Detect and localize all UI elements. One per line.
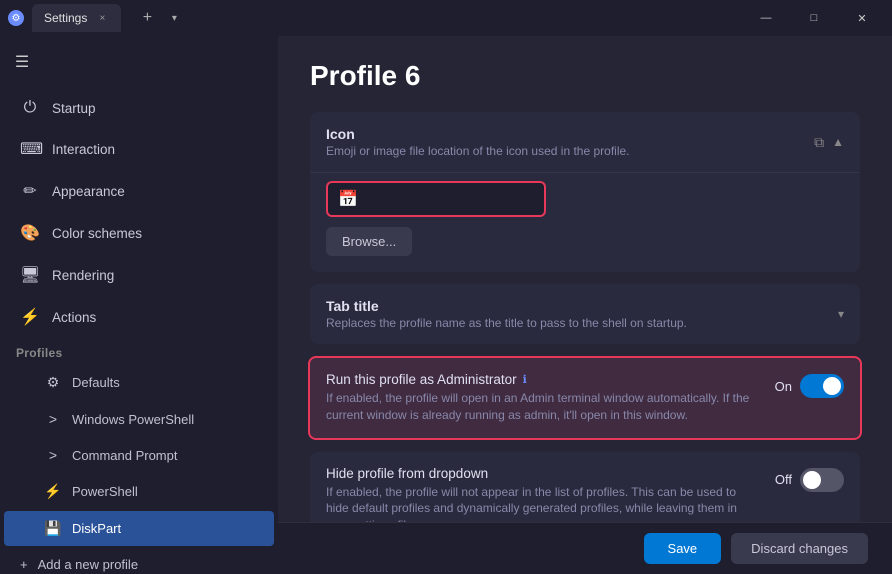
icon-section-info: Icon Emoji or image file location of the… (326, 126, 630, 158)
sidebar-item-windows-powershell[interactable]: > Windows PowerShell (4, 402, 274, 436)
tab-title-info: Tab title Replaces the profile name as t… (326, 298, 687, 330)
icon-input-wrapper: 📅 (326, 181, 546, 217)
footer: Save Discard changes (278, 522, 892, 574)
rendering-label: Rendering (52, 268, 114, 283)
menu-button[interactable]: ☰ (4, 44, 40, 80)
hide-profile-knob (803, 471, 821, 489)
actions-label: Actions (52, 310, 96, 325)
interaction-label: Interaction (52, 142, 115, 157)
defaults-icon: ⚙ (44, 374, 62, 391)
rendering-icon: 🖥 (20, 265, 40, 285)
tab-dropdown-button[interactable]: ▾ (163, 4, 185, 32)
run-as-admin-desc: If enabled, the profile will open in an … (326, 390, 751, 424)
maximize-button[interactable]: □ (792, 2, 836, 34)
sidebar-item-startup[interactable]: ⏻ Startup (4, 89, 274, 127)
content-area: Profile 6 Icon Emoji or image file locat… (278, 36, 892, 522)
diskpart-label: DiskPart (72, 521, 121, 536)
run-as-admin-toggle[interactable] (800, 374, 844, 398)
tab-label: Settings (44, 11, 87, 25)
sidebar-item-interaction[interactable]: ⌨ Interaction (4, 129, 274, 169)
startup-label: Startup (52, 101, 96, 116)
browse-button[interactable]: Browse... (326, 227, 412, 256)
icon-section-title: Icon (326, 126, 630, 142)
sidebar-item-appearance[interactable]: ✏ Appearance (4, 171, 274, 211)
icon-section-body: 📅 Browse... (310, 172, 860, 272)
app-icon: ⚙ (8, 10, 24, 26)
add-profile-label: Add a new profile (38, 557, 138, 572)
command-prompt-icon: > (44, 447, 62, 463)
profiles-section-label: Profiles (0, 338, 278, 364)
settings-tab[interactable]: Settings × (32, 4, 121, 32)
tab-title-chevron: ▾ (838, 307, 844, 321)
icon-section-chevron: ▲ (832, 135, 844, 149)
title-bar: ⚙ Settings × + ▾ — □ ✕ (0, 0, 892, 36)
run-as-admin-label: Run this profile as Administrator ℹ (326, 372, 751, 387)
interaction-icon: ⌨ (20, 139, 40, 159)
tab-title-header[interactable]: Tab title Replaces the profile name as t… (310, 284, 860, 344)
sidebar-item-rendering[interactable]: 🖥 Rendering (4, 255, 274, 295)
tab-title-section: Tab title Replaces the profile name as t… (310, 284, 860, 344)
page-title: Profile 6 (310, 60, 860, 92)
sidebar-item-diskpart[interactable]: 💾 DiskPart (4, 511, 274, 546)
actions-icon: ⚡ (20, 307, 40, 327)
powershell-label: PowerShell (72, 484, 138, 499)
hide-profile-toggle[interactable] (800, 468, 844, 492)
minimize-button[interactable]: — (744, 2, 788, 34)
tab-title-title: Tab title (326, 298, 687, 314)
add-profile-item[interactable]: + Add a new profile (4, 548, 274, 574)
hide-profile-toggle-right: Off (775, 466, 844, 492)
icon-section-header: Icon Emoji or image file location of the… (310, 112, 860, 172)
new-tab-controls: + ▾ (133, 4, 185, 32)
icon-input-icon: 📅 (338, 189, 358, 209)
hide-profile-value: Off (775, 472, 792, 487)
sidebar: ☰ ⏻ Startup ⌨ Interaction ✏ Appearance 🎨… (0, 36, 278, 574)
sidebar-item-color-schemes[interactable]: 🎨 Color schemes (4, 213, 274, 253)
discard-button[interactable]: Discard changes (731, 533, 868, 564)
icon-section-desc: Emoji or image file location of the icon… (326, 144, 630, 158)
sidebar-top: ☰ (0, 36, 278, 88)
windows-powershell-icon: > (44, 411, 62, 427)
color-schemes-icon: 🎨 (20, 223, 40, 243)
icon-section-copy-icon: ⧉ (814, 134, 824, 151)
run-as-admin-row: Run this profile as Administrator ℹ If e… (308, 356, 862, 440)
hide-profile-info: Hide profile from dropdown If enabled, t… (326, 466, 775, 522)
run-as-admin-info: Run this profile as Administrator ℹ If e… (326, 372, 775, 424)
run-as-admin-section: Run this profile as Administrator ℹ If e… (310, 356, 860, 440)
run-as-admin-knob (823, 377, 841, 395)
hide-profile-desc: If enabled, the profile will not appear … (326, 484, 751, 522)
add-profile-icon: + (20, 557, 28, 572)
hide-profile-row: Hide profile from dropdown If enabled, t… (310, 452, 860, 522)
icon-input-field[interactable] (366, 192, 542, 207)
run-as-admin-value: On (775, 379, 792, 394)
startup-icon: ⏻ (20, 99, 40, 117)
run-as-admin-info-icon: ℹ (523, 373, 527, 386)
sidebar-item-actions[interactable]: ⚡ Actions (4, 297, 274, 337)
appearance-icon: ✏ (20, 181, 40, 201)
command-prompt-label: Command Prompt (72, 448, 177, 463)
save-button[interactable]: Save (644, 533, 722, 564)
sidebar-item-command-prompt[interactable]: > Command Prompt (4, 438, 274, 472)
icon-section: Icon Emoji or image file location of the… (310, 112, 860, 272)
app-body: ☰ ⏻ Startup ⌨ Interaction ✏ Appearance 🎨… (0, 36, 892, 574)
color-schemes-label: Color schemes (52, 226, 142, 241)
hide-profile-label: Hide profile from dropdown (326, 466, 751, 481)
powershell-icon: ⚡ (44, 483, 62, 500)
new-tab-button[interactable]: + (133, 4, 161, 32)
sidebar-item-powershell[interactable]: ⚡ PowerShell (4, 474, 274, 509)
window-controls: — □ ✕ (744, 2, 884, 34)
defaults-label: Defaults (72, 375, 120, 390)
diskpart-icon: 💾 (44, 520, 62, 537)
hide-profile-section: Hide profile from dropdown If enabled, t… (310, 452, 860, 522)
main-content: Profile 6 Icon Emoji or image file locat… (278, 36, 892, 574)
windows-powershell-label: Windows PowerShell (72, 412, 194, 427)
run-as-admin-toggle-right: On (775, 372, 844, 398)
sidebar-item-defaults[interactable]: ⚙ Defaults (4, 365, 274, 400)
appearance-label: Appearance (52, 184, 125, 199)
close-tab-button[interactable]: × (95, 11, 109, 25)
close-window-button[interactable]: ✕ (840, 2, 884, 34)
tab-title-desc: Replaces the profile name as the title t… (326, 316, 687, 330)
